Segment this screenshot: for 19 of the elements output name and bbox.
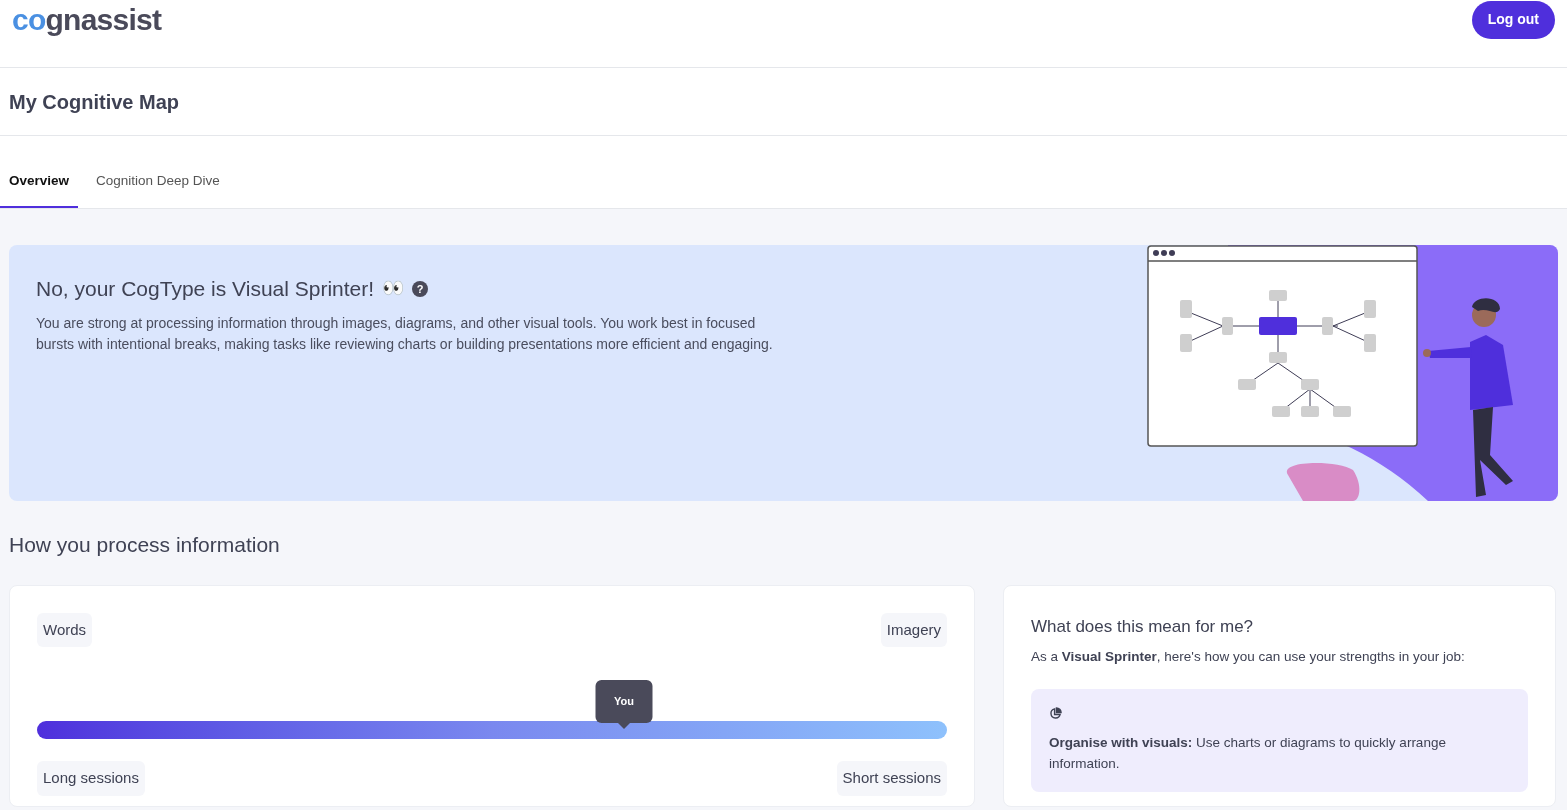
- tab[interactable]: Cognition Deep Dive: [87, 136, 229, 208]
- page-title: My Cognitive Map: [9, 89, 179, 115]
- scale-label: Imagery: [880, 612, 947, 647]
- card-intro: As a Visual Sprinter, here's how you can use your strengths in your job:: [1031, 648, 1466, 666]
- logout-button[interactable]: Log out: [1471, 0, 1555, 39]
- cogtype-title: No, your CogType is Visual Sprinter!: [36, 276, 375, 302]
- cogtype-description: You are strong at processing information through images, diagrams, and other visual tools. You work best in focused bursts with intentional breaks, making tasks like reviewing charts or building presentations more efficient and engaging.: [36, 313, 774, 354]
- help-icon[interactable]: ?: [412, 280, 429, 297]
- you-tooltip: You: [595, 680, 653, 723]
- logo: cognassist: [12, 4, 162, 35]
- section-title: How you process information: [9, 532, 281, 558]
- scale-label: Words: [37, 612, 93, 647]
- card-title: What does this mean for me?: [1031, 615, 1255, 638]
- tip-text: Organise with visuals: Use charts or diagrams to quickly arrange information.: [1049, 734, 1447, 774]
- eyes-emoji: 👀: [382, 277, 405, 301]
- scale-label: Short sessions: [836, 761, 947, 796]
- tab[interactable]: Overview: [0, 136, 79, 208]
- scale-label: Long sessions: [37, 761, 145, 796]
- pie-chart-icon: [1049, 707, 1062, 721]
